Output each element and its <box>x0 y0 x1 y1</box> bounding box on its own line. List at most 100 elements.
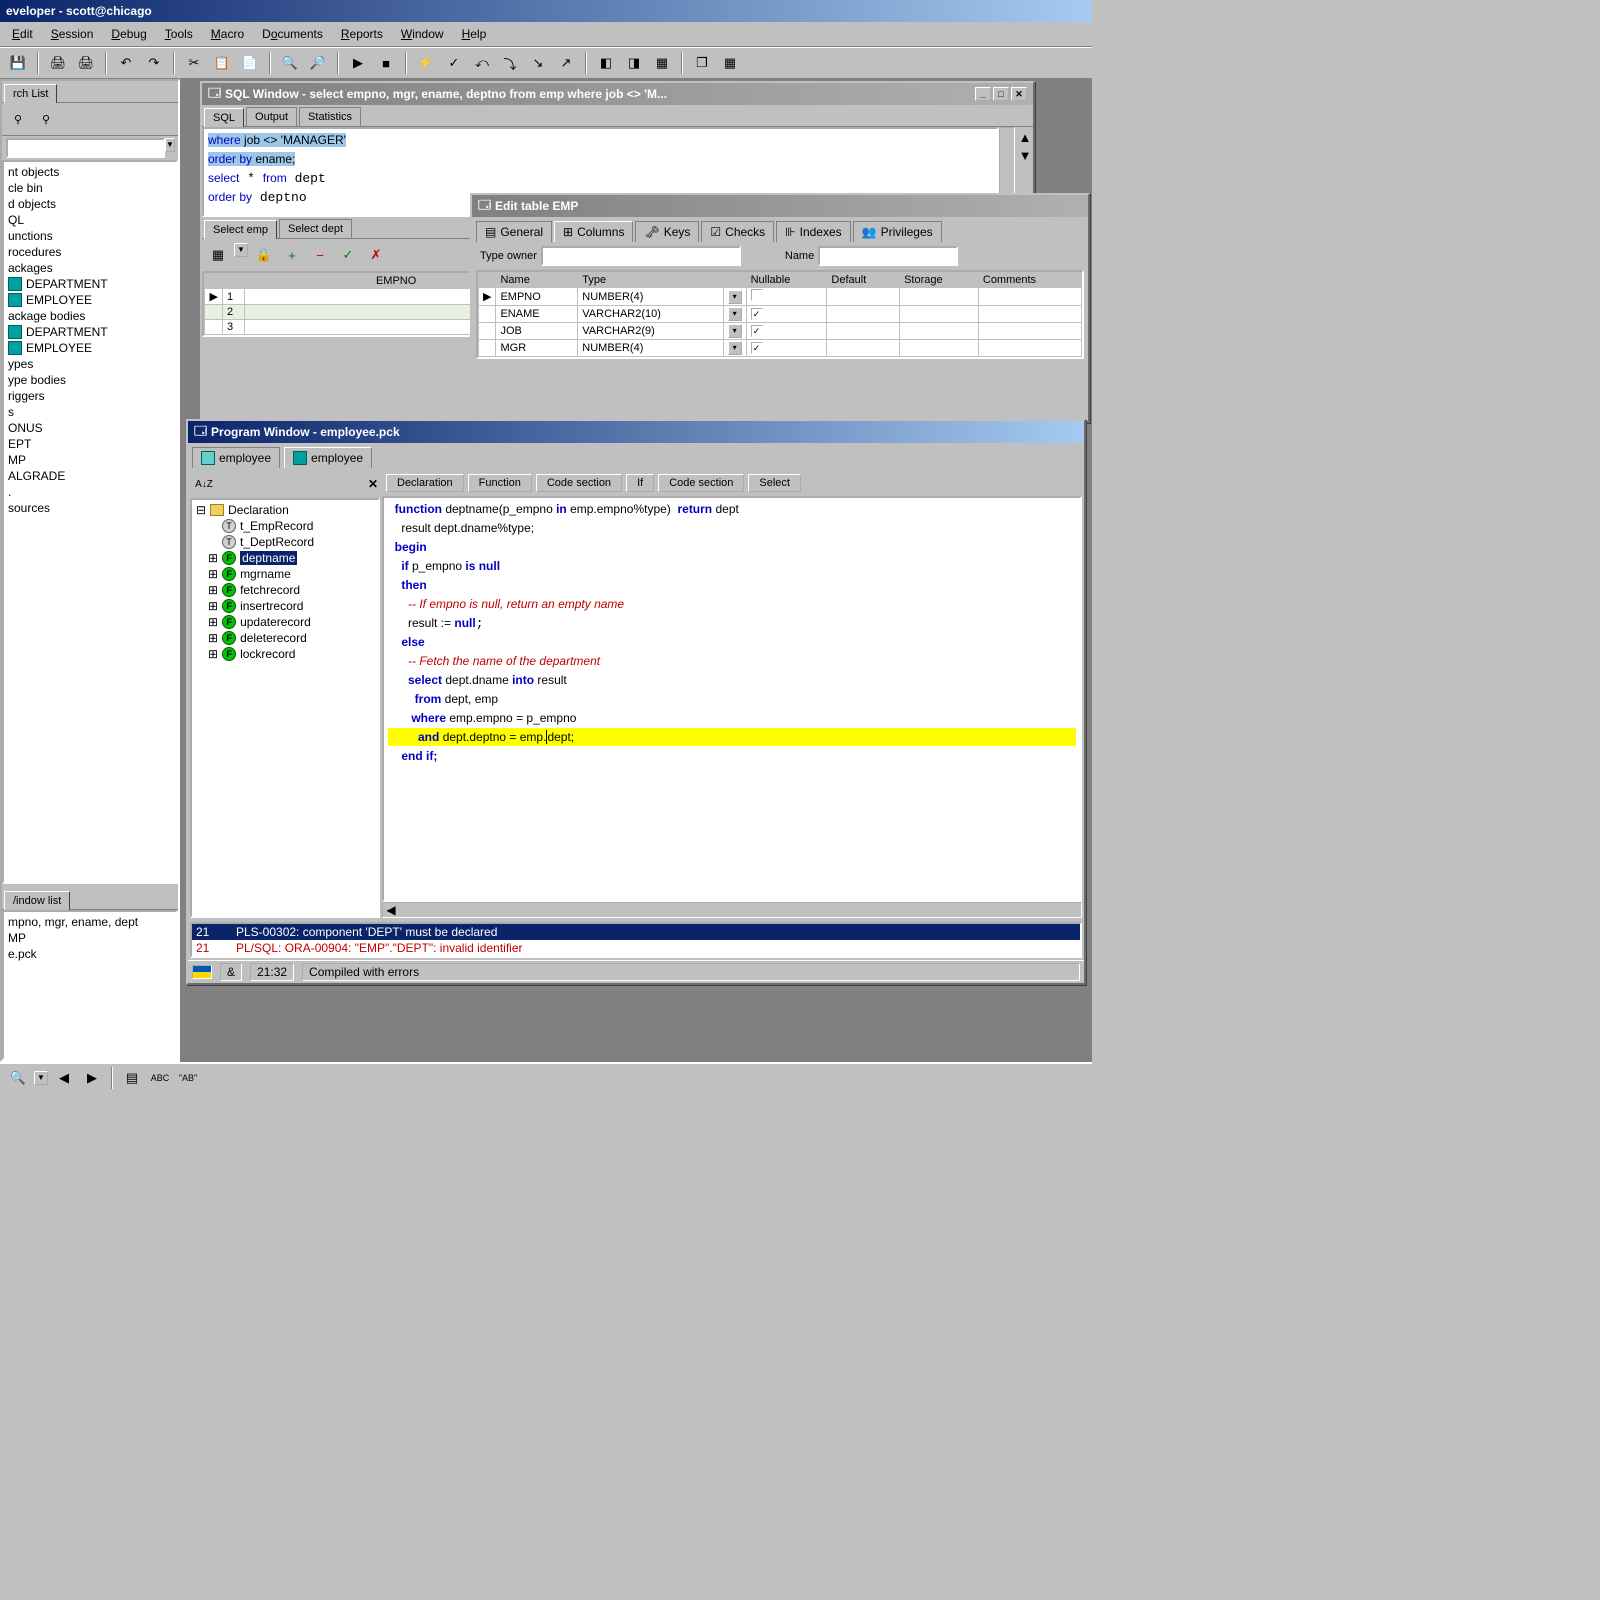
colhdr-storage[interactable]: Storage <box>900 273 979 288</box>
tree-item-department2[interactable]: DEPARTMENT <box>4 324 176 340</box>
columns-grid[interactable]: Name Type Nullable Default Storage Comme… <box>476 270 1084 359</box>
ab-icon[interactable]: "AB" <box>176 1066 200 1090</box>
minimize-icon[interactable]: _ <box>975 87 991 101</box>
scroll-left-icon[interactable]: ◀ <box>383 903 399 917</box>
pkg-tab-spec[interactable]: employee <box>192 447 280 468</box>
sort-icon[interactable]: A↓Z <box>192 472 216 496</box>
maximize-icon[interactable]: □ <box>993 87 1009 101</box>
print2-icon[interactable]: 🖨 <box>74 51 98 75</box>
code-editor[interactable]: function deptname(p_empno in emp.empno%t… <box>382 496 1082 902</box>
edit-tab-columns[interactable]: ⊞Columns <box>554 221 633 242</box>
prev-icon[interactable]: ◀ <box>52 1066 76 1090</box>
menu-session[interactable]: Session <box>43 25 102 43</box>
run-icon[interactable]: ▶ <box>346 51 370 75</box>
undo-icon[interactable]: ↶ <box>114 51 138 75</box>
colhdr-nullable[interactable]: Nullable <box>746 273 827 288</box>
type-dropdown-icon[interactable]: ▾ <box>728 324 742 338</box>
window-list[interactable]: mpno, mgr, ename, dept MP e.pck <box>2 910 178 1060</box>
tree-item[interactable]: nt objects <box>4 164 176 180</box>
tree-func[interactable]: ⊞Flockrecord <box>194 646 376 662</box>
code-outline-tree[interactable]: ⊟Declaration Tt_EmpRecord Tt_DeptRecord … <box>190 498 380 918</box>
program-window-titlebar[interactable]: 🗔 Program Window - employee.pck <box>188 421 1084 443</box>
tree-item[interactable]: cle bin <box>4 180 176 196</box>
tree-func[interactable]: ⊞Fdeleterecord <box>194 630 376 646</box>
colhdr-type[interactable]: Type <box>578 273 723 288</box>
tree-item[interactable]: ypes <box>4 356 176 372</box>
btn-function[interactable]: Function <box>468 474 532 492</box>
tree-item[interactable]: ackage bodies <box>4 308 176 324</box>
exec-icon[interactable]: ⚡ <box>414 51 438 75</box>
object-tree[interactable]: nt objects cle bin d objects QL unctions… <box>2 160 178 884</box>
edit-table-window[interactable]: 🗔 Edit table EMP ▤General ⊞Columns 🗝Keys… <box>470 193 1090 423</box>
edit-tab-privileges[interactable]: 👥Privileges <box>853 221 942 242</box>
stepout-icon[interactable]: ↗ <box>554 51 578 75</box>
stepover-icon[interactable]: ⤵ <box>498 51 522 75</box>
tree-item-employee[interactable]: EMPLOYEE <box>4 292 176 308</box>
rollback-icon[interactable]: ✗ <box>364 243 388 267</box>
redo-icon[interactable]: ↷ <box>142 51 166 75</box>
sidebar-tab-searchlist[interactable]: rch List <box>4 84 57 103</box>
menu-documents[interactable]: Documents <box>254 25 331 43</box>
tree-item[interactable]: d objects <box>4 196 176 212</box>
menu-window[interactable]: Window <box>393 25 452 43</box>
tree-item[interactable]: riggers <box>4 388 176 404</box>
edit-tab-keys[interactable]: 🗝Keys <box>635 221 699 242</box>
tree-func[interactable]: ⊞Finsertrecord <box>194 598 376 614</box>
tree-item[interactable]: ackages <box>4 260 176 276</box>
save-icon[interactable]: 💾 <box>6 51 30 75</box>
nullable-checkbox[interactable]: ✓ <box>751 325 763 337</box>
type-owner-input[interactable] <box>541 246 741 266</box>
menu-debug[interactable]: Debug <box>103 25 154 43</box>
tree-item[interactable]: QL <box>4 212 176 228</box>
del-icon[interactable]: − <box>308 243 332 267</box>
grid-tool-icon[interactable]: ▦ <box>206 243 230 267</box>
btn-if[interactable]: If <box>626 474 654 492</box>
search-input[interactable] <box>6 138 165 158</box>
name-input[interactable] <box>818 246 958 266</box>
commit-icon[interactable]: ✓ <box>442 51 466 75</box>
add-icon[interactable]: + <box>280 243 304 267</box>
menu-help[interactable]: Help <box>454 25 495 43</box>
tree-item[interactable]: rocedures <box>4 244 176 260</box>
colhdr-comments[interactable]: Comments <box>978 273 1081 288</box>
colhdr-default[interactable]: Default <box>827 273 900 288</box>
pkg-tab-body[interactable]: employee <box>284 447 372 468</box>
filter2-icon[interactable]: ⚲ <box>34 107 58 131</box>
search-dropdown-icon[interactable]: ▼ <box>165 138 175 152</box>
abc-icon[interactable]: ABC <box>148 1066 172 1090</box>
tree-item[interactable]: ONUS <box>4 420 176 436</box>
findnext-icon[interactable]: 🔎 <box>306 51 330 75</box>
tree-item-employee2[interactable]: EMPLOYEE <box>4 340 176 356</box>
sql-tab-statistics[interactable]: Statistics <box>299 107 361 126</box>
paste-icon[interactable]: 📄 <box>238 51 262 75</box>
tree-item[interactable]: ype bodies <box>4 372 176 388</box>
menu-macro[interactable]: Macro <box>203 25 252 43</box>
close-tree-icon[interactable]: ✕ <box>368 477 378 491</box>
nullable-checkbox[interactable]: ✓ <box>751 308 763 320</box>
nullable-checkbox[interactable] <box>751 289 763 301</box>
dropdown-icon[interactable]: ▼ <box>34 1071 48 1085</box>
tool2-icon[interactable]: ◨ <box>622 51 646 75</box>
stepinto-icon[interactable]: ↘ <box>526 51 550 75</box>
edit-tab-general[interactable]: ▤General <box>476 221 552 242</box>
tree-item[interactable]: unctions <box>4 228 176 244</box>
tree-item[interactable]: . <box>4 484 176 500</box>
col-row[interactable]: JOBVARCHAR2(9)▾✓ <box>479 323 1082 340</box>
tree-type[interactable]: Tt_EmpRecord <box>194 518 376 534</box>
tree-item[interactable]: MP <box>4 452 176 468</box>
nav-down-icon[interactable]: ▼ <box>1017 147 1033 163</box>
cascade-icon[interactable]: ❐ <box>690 51 714 75</box>
tree-item-department[interactable]: DEPARTMENT <box>4 276 176 292</box>
tree-func[interactable]: ⊞Fmgrname <box>194 566 376 582</box>
error-row[interactable]: 21PL/SQL: ORA-00904: "EMP"."DEPT": inval… <box>192 940 1080 956</box>
dropdown-icon[interactable]: ▼ <box>234 243 248 257</box>
col-row[interactable]: MGRNUMBER(4)▾✓ <box>479 340 1082 357</box>
col-row[interactable]: ENAMEVARCHAR2(10)▾✓ <box>479 306 1082 323</box>
tree-item[interactable]: s <box>4 404 176 420</box>
type-dropdown-icon[interactable]: ▾ <box>728 307 742 321</box>
wlist-item[interactable]: MP <box>4 930 176 946</box>
cut-icon[interactable]: ✂ <box>182 51 206 75</box>
tree-func-deptname[interactable]: ⊞Fdeptname <box>194 550 376 566</box>
tile-icon[interactable]: ▦ <box>718 51 742 75</box>
tool1-icon[interactable]: ◧ <box>594 51 618 75</box>
